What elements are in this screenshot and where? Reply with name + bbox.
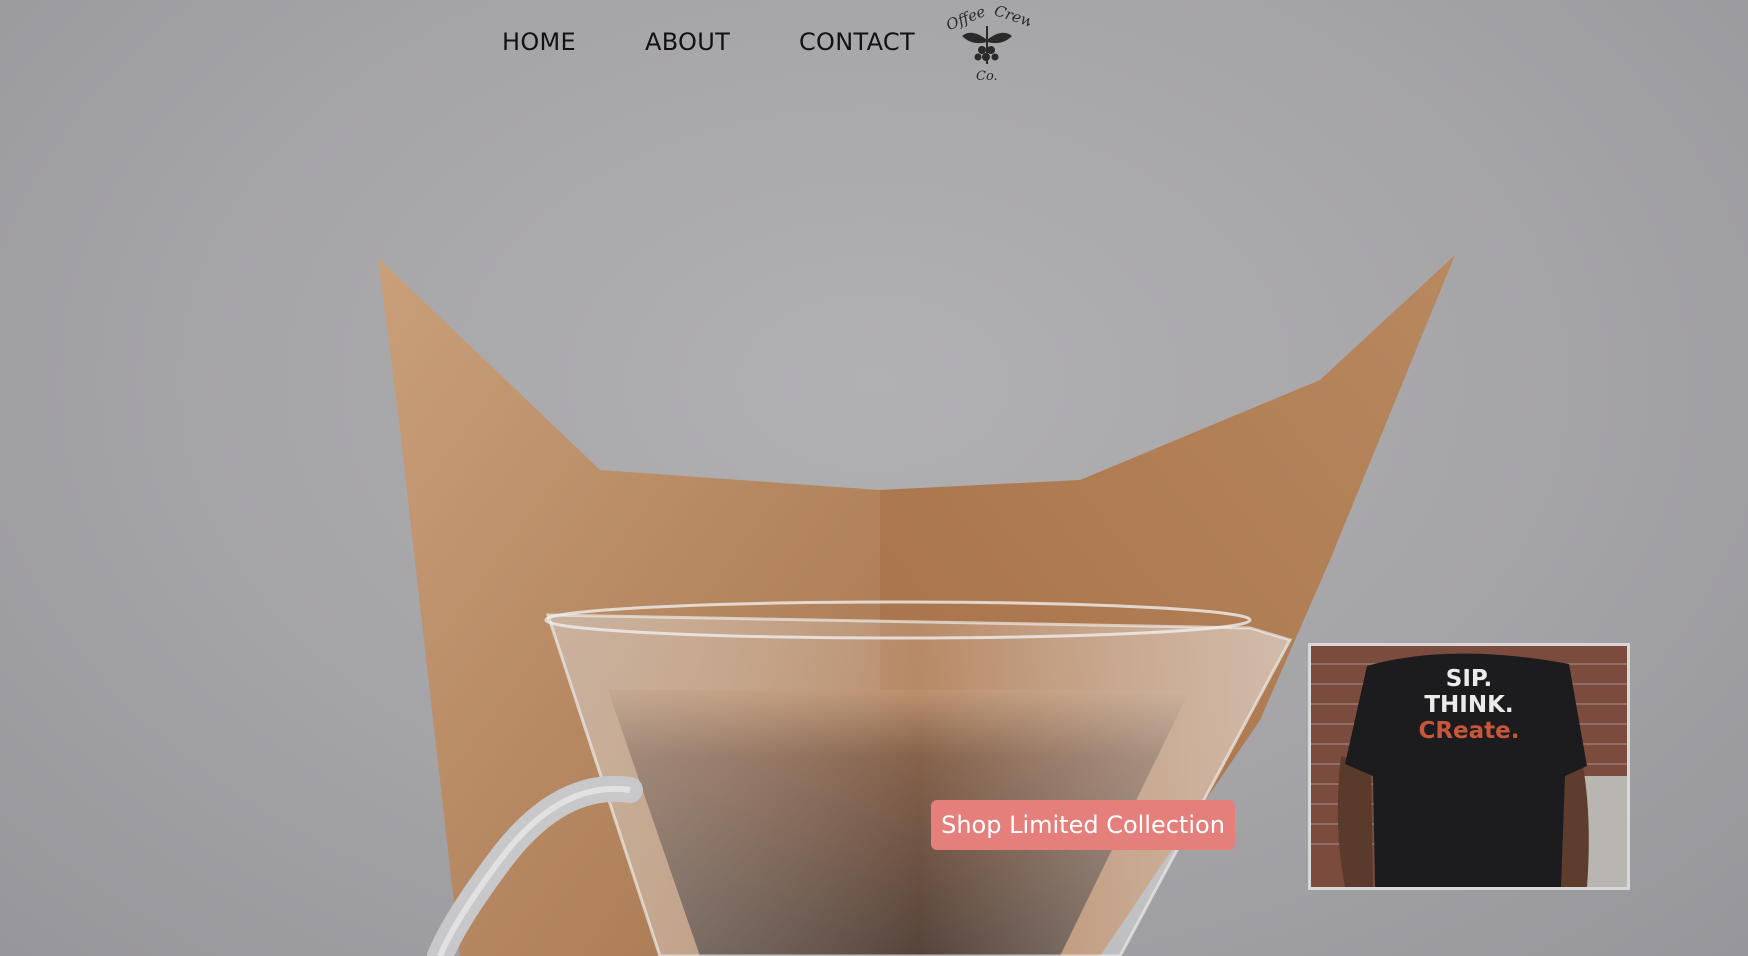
shirt-line-1: SIP. [1446, 666, 1493, 692]
logo-word-2: Crew [992, 1, 1030, 31]
nav-home-link[interactable]: HOME [502, 28, 576, 56]
coffee-branch-logo-icon: Offee Crew Co. [944, 1, 1037, 84]
glass-carafe [545, 613, 1293, 956]
shirt-line-2: THINK. [1424, 692, 1513, 718]
logo-word-3: Co. [976, 69, 998, 84]
limited-shirt-promo-image[interactable]: SIP. THINK. CReate. [1308, 643, 1630, 890]
nav-contact-link[interactable]: CONTACT [799, 28, 915, 56]
top-navigation: HOME ABOUT CONTACT Offee Crew Co. [0, 0, 1748, 90]
brand-logo[interactable]: Offee Crew Co. [944, 0, 1037, 86]
shirt-line-3: CReate. [1418, 718, 1519, 744]
shop-limited-collection-button[interactable]: Shop Limited Collection [931, 800, 1235, 850]
shirt-photo: SIP. THINK. CReate. [1311, 646, 1627, 887]
logo-word-1: Offee [944, 2, 988, 34]
nav-about-link[interactable]: ABOUT [645, 28, 730, 56]
